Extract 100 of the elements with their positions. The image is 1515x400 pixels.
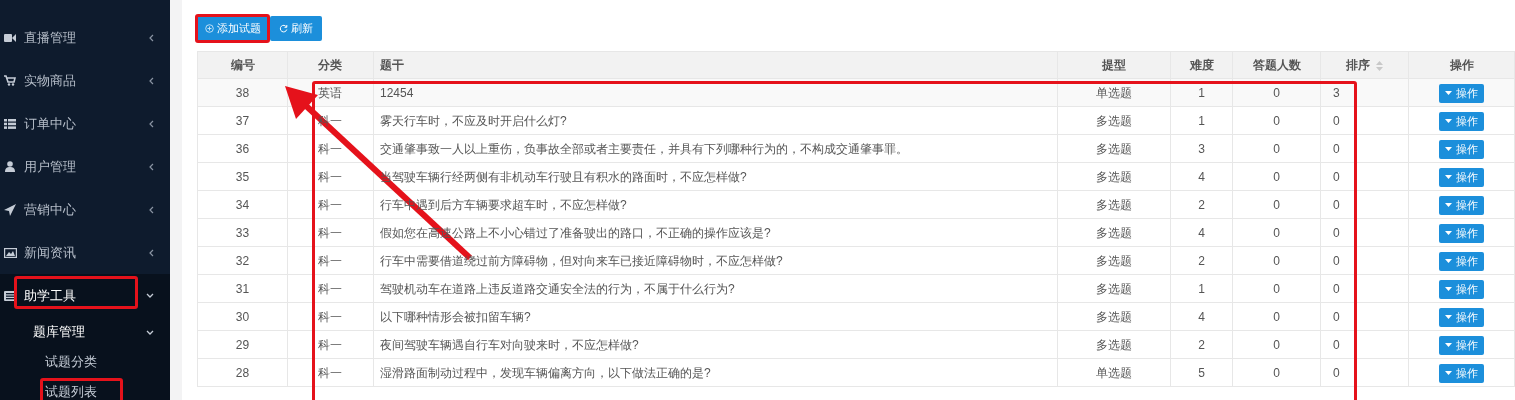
table-cell: 0 <box>1333 225 1340 240</box>
table-cell: 多选题 <box>1096 141 1132 156</box>
submenu-link[interactable]: 试题列表 <box>45 382 97 400</box>
table-cell: 科一 <box>318 309 342 324</box>
action-dropdown-button[interactable]: 操作 <box>1439 363 1484 383</box>
table-cell: 科一 <box>318 281 342 296</box>
table-cell: 0 <box>1333 365 1340 380</box>
table-cell: 4 <box>1198 309 1205 324</box>
chevron-left-icon <box>149 205 154 214</box>
caret-down-icon <box>1445 343 1452 348</box>
table-cell: 0 <box>1333 169 1340 184</box>
column-header: 提型 <box>1102 58 1126 72</box>
table-cell: 0 <box>1273 169 1280 184</box>
table-cell: 多选题 <box>1096 113 1132 128</box>
chevron-left-icon <box>149 33 154 42</box>
table-cell: 0 <box>1333 281 1340 296</box>
caret-down-icon <box>1445 231 1452 236</box>
column-header: 题干 <box>380 58 404 72</box>
sidebar-item[interactable]: 营销中心 <box>0 188 170 231</box>
table-cell: 0 <box>1333 113 1340 128</box>
table-cell: 32 <box>235 253 250 268</box>
table-cell: 0 <box>1333 197 1340 212</box>
action-dropdown-button[interactable]: 操作 <box>1439 335 1484 355</box>
sidebar-item[interactable]: 助学工具 <box>0 274 170 317</box>
table-cell: 湿滑路面制动过程中，发现车辆偏离方向，以下做法正确的是? <box>380 365 711 380</box>
table-cell: 多选题 <box>1096 225 1132 240</box>
sidebar-item[interactable]: 实物商品 <box>0 59 170 102</box>
table-cell: 29 <box>235 337 250 352</box>
chevron-left-icon <box>149 248 154 257</box>
video-camera-icon <box>4 32 16 43</box>
sort-icon[interactable] <box>1376 60 1383 71</box>
caret-down-icon <box>1445 203 1452 208</box>
table-cell: 多选题 <box>1096 337 1132 352</box>
table-cell: 37 <box>235 113 250 128</box>
action-dropdown-button[interactable]: 操作 <box>1439 251 1484 271</box>
table-cell: 31 <box>235 281 250 296</box>
action-dropdown-button[interactable]: 操作 <box>1439 279 1484 299</box>
action-dropdown-button[interactable]: 操作 <box>1439 139 1484 159</box>
table-cell: 2 <box>1198 197 1205 212</box>
caret-down-icon <box>1445 147 1452 152</box>
table-cell: 单选题 <box>1096 85 1132 100</box>
sidebar-item[interactable]: 订单中心 <box>0 102 170 145</box>
submenu-item[interactable]: 题库管理 <box>0 317 170 347</box>
table-cell: 0 <box>1273 197 1280 212</box>
refresh-button[interactable]: 刷新 <box>270 16 322 41</box>
sidebar-item[interactable]: 新闻资讯 <box>0 231 170 274</box>
chevron-left-icon <box>149 76 154 85</box>
action-dropdown-button[interactable]: 操作 <box>1439 83 1484 103</box>
table-cell: 34 <box>235 197 250 212</box>
table-cell: 4 <box>1198 169 1205 184</box>
table-cell: 0 <box>1273 309 1280 324</box>
caret-down-icon <box>1445 91 1452 96</box>
list-icon <box>4 118 16 129</box>
table-cell: 0 <box>1273 365 1280 380</box>
table-cell: 4 <box>1198 225 1205 240</box>
table-cell: 科一 <box>318 197 342 212</box>
sidebar-item[interactable]: 用户管理 <box>0 145 170 188</box>
table-cell: 38 <box>235 85 250 100</box>
table-cell: 以下哪种情形会被扣留车辆? <box>380 309 531 324</box>
caret-down-icon <box>1445 259 1452 264</box>
table-cell: 3 <box>1333 85 1340 100</box>
action-dropdown-button[interactable]: 操作 <box>1439 111 1484 131</box>
table-cell: 0 <box>1333 253 1340 268</box>
table-cell: 科一 <box>318 225 342 240</box>
action-dropdown-button[interactable]: 操作 <box>1439 307 1484 327</box>
paper-plane-icon <box>4 203 16 216</box>
table-cell: 驾驶机动车在道路上违反道路交通安全法的行为，不属于什么行为? <box>380 281 735 296</box>
table-cell: 0 <box>1273 281 1280 296</box>
action-dropdown-button[interactable]: 操作 <box>1439 223 1484 243</box>
table-cell: 0 <box>1273 113 1280 128</box>
action-dropdown-button[interactable]: 操作 <box>1439 195 1484 215</box>
chevron-down-icon <box>146 293 154 298</box>
table-cell: 多选题 <box>1096 281 1132 296</box>
column-header[interactable]: 排序 <box>1346 58 1370 72</box>
sidebar-item[interactable]: 直播管理 <box>0 16 170 59</box>
action-dropdown-button[interactable]: 操作 <box>1439 167 1484 187</box>
column-header: 答题人数 <box>1252 58 1301 72</box>
newspaper-icon <box>4 290 16 301</box>
table-cell: 0 <box>1273 253 1280 268</box>
table-cell: 科一 <box>318 169 342 184</box>
table-cell: 行车中需要借道绕过前方障碍物，但对向来车已接近障碍物时，不应怎样做? <box>380 253 783 268</box>
table-cell: 2 <box>1198 253 1205 268</box>
submenu-link[interactable]: 试题分类 <box>45 352 97 372</box>
refresh-icon <box>279 24 288 33</box>
caret-down-icon <box>1445 175 1452 180</box>
table-cell: 单选题 <box>1096 365 1132 380</box>
table-cell: 35 <box>235 169 250 184</box>
table-cell: 科一 <box>318 365 342 380</box>
table-cell: 多选题 <box>1096 309 1132 324</box>
table-cell: 科一 <box>318 253 342 268</box>
caret-down-icon <box>1445 119 1452 124</box>
cart-icon <box>4 75 16 86</box>
column-header: 编号 <box>230 58 255 72</box>
caret-down-icon <box>1445 315 1452 320</box>
table-cell: 0 <box>1333 337 1340 352</box>
table-cell: 1 <box>1198 281 1205 296</box>
table-cell: 交通肇事致一人以上重伤，负事故全部或者主要责任，并具有下列哪种行为的，不构成交通肇事罪。 <box>380 141 908 156</box>
table-cell: 英语 <box>318 85 342 100</box>
table-cell: 33 <box>235 225 250 240</box>
column-header: 难度 <box>1189 58 1214 72</box>
